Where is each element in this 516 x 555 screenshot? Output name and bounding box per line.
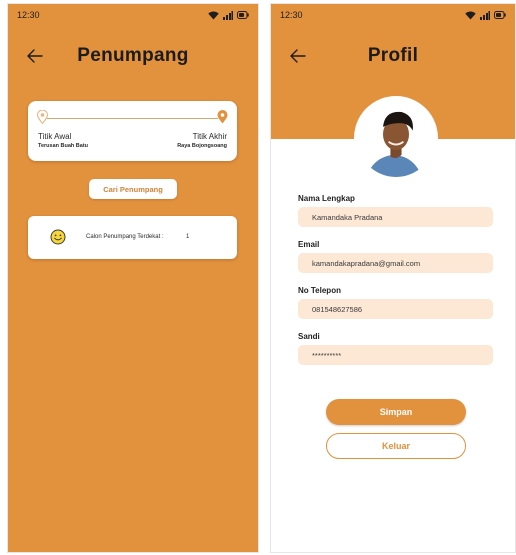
route-card: Titik Awal Terusan Buah Batu Titik Akhir… [28,101,237,161]
page-title: Profil [367,45,419,66]
status-icons [208,10,249,20]
end-place: Raya Bojongsoang [177,143,227,149]
start-place: Terusan Buah Batu [38,143,89,149]
nearby-passenger-label: Calon Penumpang Terdekat : [86,234,164,240]
start-location-pin-icon [37,110,48,124]
email-label: Email [298,240,320,249]
start-label: Titik Awal [38,132,72,141]
route-line [47,118,218,119]
nearby-passenger-count: 1 [186,234,190,240]
status-bar: 12:30 [271,4,515,26]
battery-icon [494,11,506,19]
end-location-pin-icon [217,110,228,124]
profile-photo-icon [357,99,435,177]
logout-button[interactable]: Keluar [326,433,466,459]
signal-icon [223,10,233,20]
nearby-passenger-card[interactable]: Calon Penumpang Terdekat : 1 [28,216,237,259]
end-label: Titik Akhir [192,132,227,141]
save-button[interactable]: Simpan [326,399,466,425]
smiley-icon [50,229,66,245]
wifi-icon [208,11,219,19]
signal-icon [480,10,490,20]
profile-screen: 12:30 Profil Nama Lengkap Kamandaka Prad… [270,3,516,553]
status-time: 12:30 [280,10,303,20]
status-time: 12:30 [17,10,40,20]
phone-input[interactable] [298,299,493,319]
find-passenger-button[interactable]: Cari Penumpang [89,179,177,199]
battery-icon [237,11,249,19]
password-label: Sandi [298,332,320,341]
phone-label: No Telepon [298,286,341,295]
full-name-label: Nama Lengkap [298,194,355,203]
page-title: Penumpang [77,45,189,66]
email-input[interactable] [298,253,493,273]
status-icons [465,10,506,20]
profile-avatar[interactable] [354,96,438,180]
status-bar: 12:30 [8,4,258,26]
password-input[interactable] [298,345,493,365]
wifi-icon [465,11,476,19]
passenger-screen: 12:30 Penumpang Titik Awal Terusan Buah … [7,3,259,553]
full-name-input[interactable] [298,207,493,227]
